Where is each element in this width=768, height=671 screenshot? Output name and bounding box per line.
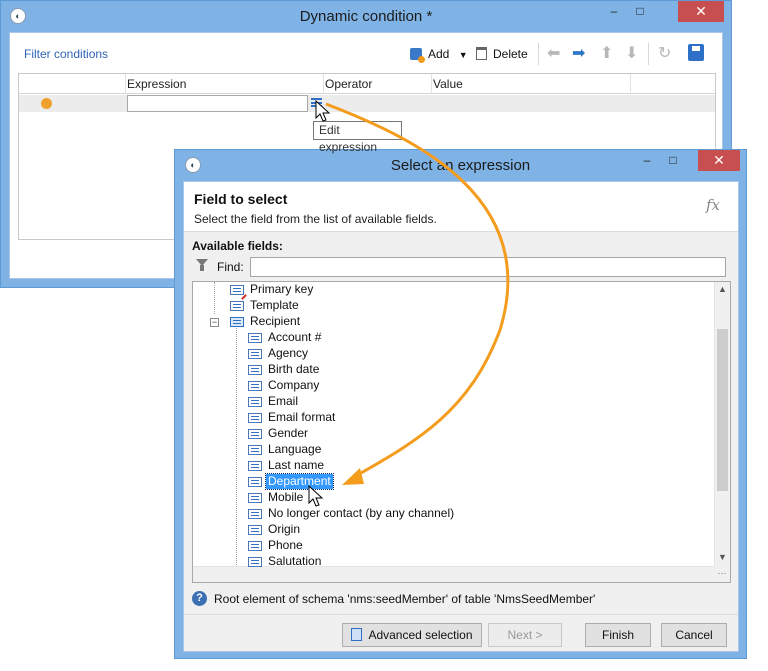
tree-node-label: Mobile xyxy=(268,490,304,504)
dialog-header: Field to select Select the field from th… xyxy=(184,182,738,232)
header-subtitle: Select the field from the list of availa… xyxy=(194,212,437,226)
resize-grip-icon[interactable]: ⋯ xyxy=(714,566,730,582)
header-title: Field to select xyxy=(194,191,288,207)
advanced-selection-button[interactable]: Advanced selection xyxy=(342,623,482,647)
status-dot-icon xyxy=(41,98,52,109)
field-icon xyxy=(248,477,262,487)
next-button[interactable]: Next > xyxy=(488,623,562,647)
field-icon xyxy=(248,365,262,375)
field-icon xyxy=(230,301,244,311)
tree-node-label: Language xyxy=(268,442,322,456)
minimize-button[interactable]: – xyxy=(601,1,627,22)
scroll-down-icon[interactable]: ▼ xyxy=(718,552,727,562)
field-icon xyxy=(248,557,262,567)
available-fields-label: Available fields: xyxy=(192,239,283,253)
field-icon xyxy=(248,509,262,519)
minimize-button[interactable]: – xyxy=(634,150,660,171)
maximize-button[interactable]: □ xyxy=(627,1,653,22)
tree-node-label: Last name xyxy=(268,458,325,472)
tree-node-label: Company xyxy=(268,378,320,392)
function-icon[interactable]: fx xyxy=(706,196,720,214)
tree-node-label: Account # xyxy=(268,330,322,344)
close-button[interactable]: ✕ xyxy=(698,150,740,171)
advanced-selection-label: Advanced selection xyxy=(368,628,473,642)
collapse-icon[interactable]: − xyxy=(210,318,219,327)
dialog-body: Field to select Select the field from th… xyxy=(183,181,739,652)
tree-node-label: Origin xyxy=(268,522,301,536)
info-text: Root element of schema 'nms:seedMember' … xyxy=(214,592,596,606)
find-label: Find: xyxy=(217,260,244,274)
scroll-up-icon[interactable]: ▲ xyxy=(718,284,727,294)
close-button[interactable]: ✕ xyxy=(678,1,724,22)
add-icon xyxy=(410,48,425,63)
field-icon xyxy=(248,429,262,439)
field-icon xyxy=(248,525,262,535)
select-expression-dialog: ◐ Select an expression – □ ✕ Field to se… xyxy=(174,149,747,659)
chevron-down-icon[interactable]: ▼ xyxy=(459,50,468,60)
delete-button[interactable]: Delete xyxy=(476,45,528,65)
primary-key-icon xyxy=(230,285,244,295)
tree-node-label: Phone xyxy=(268,538,303,552)
toolbar-divider xyxy=(648,43,649,65)
field-icon xyxy=(248,333,262,343)
filter-conditions-link[interactable]: Filter conditions xyxy=(24,47,108,61)
help-icon: ? xyxy=(192,591,207,606)
tree-node-label: Department xyxy=(265,473,334,490)
edit-expression-tooltip: Edit expression xyxy=(313,121,402,154)
add-button[interactable]: Add ▼ xyxy=(410,45,468,65)
tree-node-label: Email xyxy=(268,394,299,408)
field-icon xyxy=(248,413,262,423)
button-bar: Advanced selection Next > Finish Cancel xyxy=(184,614,738,653)
tree-node-label: Gender xyxy=(268,426,309,440)
arrow-down-icon[interactable]: ⬇ xyxy=(625,45,638,63)
trash-icon xyxy=(476,47,487,60)
field-icon xyxy=(248,349,262,359)
refresh-icon[interactable]: ↻ xyxy=(658,45,671,63)
folder-link-icon xyxy=(230,317,244,327)
column-value[interactable]: Value xyxy=(433,77,463,91)
find-input[interactable] xyxy=(250,257,726,277)
delete-label: Delete xyxy=(493,47,528,61)
tree-node-label: Recipient xyxy=(250,314,301,328)
expression-input[interactable] xyxy=(127,95,308,112)
tree-node-label: Template xyxy=(250,298,299,312)
field-icon xyxy=(248,461,262,471)
tree-node-label: Primary key xyxy=(250,282,314,296)
fields-tree[interactable]: − ▲ ▼ ⋯ Primary key Template Recipient Acco… xyxy=(192,281,731,583)
field-icon xyxy=(248,541,262,551)
scroll-thumb[interactable] xyxy=(717,329,728,491)
arrow-up-icon[interactable]: ⬆ xyxy=(600,45,613,63)
cancel-button[interactable]: Cancel xyxy=(661,623,727,647)
tree-node-label: Birth date xyxy=(268,362,320,376)
arrow-right-icon[interactable]: ➡ xyxy=(572,45,585,63)
table-row[interactable] xyxy=(19,95,715,112)
toolbar-divider xyxy=(538,43,539,65)
vertical-scrollbar[interactable]: ▲ ▼ xyxy=(714,282,730,582)
field-icon xyxy=(248,397,262,407)
tree-node-label: Email format xyxy=(268,410,336,424)
clipboard-icon xyxy=(351,628,363,641)
save-icon[interactable] xyxy=(688,44,704,61)
field-icon xyxy=(248,381,262,391)
edit-expression-icon[interactable] xyxy=(311,98,322,107)
grid-header: Expression Operator Value xyxy=(19,74,715,94)
filter-icon xyxy=(196,259,208,271)
finish-button[interactable]: Finish xyxy=(585,623,651,647)
add-label: Add xyxy=(428,47,450,61)
column-expression[interactable]: Expression xyxy=(127,77,186,91)
maximize-button[interactable]: □ xyxy=(660,150,686,171)
arrow-left-icon[interactable]: ⬅ xyxy=(547,45,560,63)
tree-node-label: Agency xyxy=(268,346,309,360)
column-operator[interactable]: Operator xyxy=(325,77,372,91)
field-icon xyxy=(248,445,262,455)
tree-node-label: No longer contact (by any channel) xyxy=(268,506,455,520)
field-icon xyxy=(248,493,262,503)
tree-node-label: Salutation xyxy=(268,554,322,568)
